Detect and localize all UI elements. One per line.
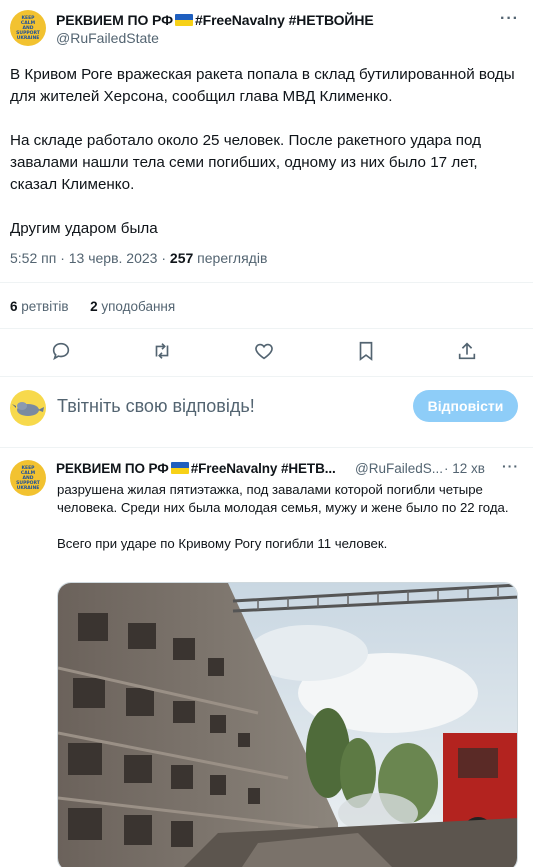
avatar[interactable]: KEEP CALM AND SUPPORT UKRAINE [10,10,46,46]
retweet-icon[interactable] [151,340,173,362]
author-name[interactable]: РЕКВИЕМ ПО РФ #FreeNavalny #НЕТВОЙНЕ [56,12,374,28]
tweet-paragraph: Всего при ударе по Кривому Рогу погибли … [57,536,388,551]
avatar-text: KEEP CALM AND SUPPORT UKRAINE [16,15,40,41]
reply-icon[interactable] [50,340,72,362]
damaged-building-image [58,583,517,867]
tweet-stats: 6 ретвітів 2 уподобання [10,299,175,314]
likes-stat[interactable]: 2 уподобання [90,299,175,314]
divider [0,376,533,377]
avatar[interactable]: KEEP CALM AND SUPPORT UKRAINE [10,460,46,496]
action-bar [0,340,533,364]
tweet-paragraph: разрушена жилая пятиэтажка, под завалами… [57,482,509,515]
ukraine-flag-icon [174,14,193,26]
views-count: 257 [169,250,194,266]
more-options-icon[interactable]: ··· [502,458,519,474]
tweet-text: разрушена жилая пятиэтажка, под завалами… [57,481,517,571]
bookmark-icon[interactable] [355,340,377,362]
tweet-time[interactable]: 5:52 пп [10,250,56,266]
views-label: переглядів [197,250,268,266]
divider [0,328,533,329]
avatar-text: KEEP CALM AND SUPPORT UKRAINE [16,465,40,491]
tweet-paragraph: В Кривом Роге вражеская ракета попала в … [10,66,515,105]
tweet-text: В Кривом Роге вражеская ракета попала в … [10,64,522,262]
my-avatar[interactable] [10,390,46,426]
more-options-icon[interactable]: ··· [500,10,519,28]
divider [0,282,533,283]
tweet-photo[interactable] [57,582,518,867]
tweet-date[interactable]: 13 черв. 2023 [69,250,158,266]
bird-avatar-icon [12,402,44,416]
reply-button[interactable]: Відповісти [413,390,518,422]
divider [0,447,533,448]
author-handle[interactable]: @RuFailedS... [355,461,443,476]
author-handle[interactable]: @RuFailedState [56,30,159,46]
tweet-paragraph: На складе работало около 25 человек. Пос… [10,132,481,193]
like-icon[interactable] [253,340,275,362]
ukraine-flag-icon [170,462,189,474]
share-icon[interactable] [456,340,478,362]
reply-input[interactable]: Твітніть свою відповідь! [57,396,255,417]
tweet-paragraph: Другим ударом была [10,220,158,237]
retweets-stat[interactable]: 6 ретвітів [10,299,69,314]
tweet-age[interactable]: · 12 хв [444,461,485,476]
tweet-meta: 5:52 пп · 13 черв. 2023 · 257 переглядів [10,250,268,266]
author-name[interactable]: РЕКВИЕМ ПО РФ #FreeNavalny #НЕТВ... [56,461,336,476]
